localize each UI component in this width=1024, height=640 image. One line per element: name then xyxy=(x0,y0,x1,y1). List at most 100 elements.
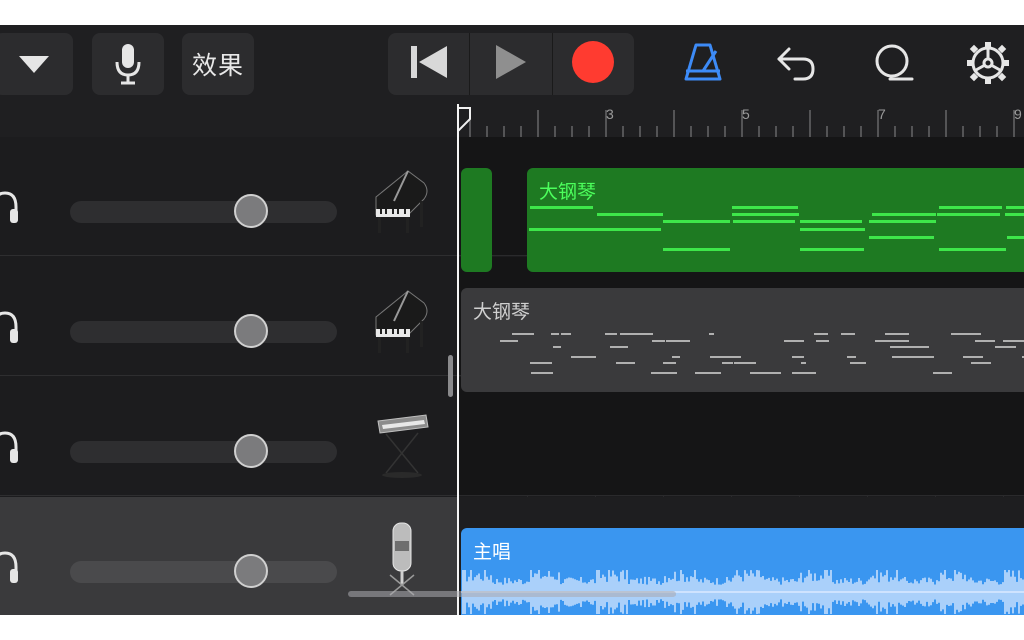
midi-note xyxy=(561,333,571,335)
midi-note xyxy=(530,206,593,209)
midi-note xyxy=(610,346,628,348)
input-mic-button[interactable] xyxy=(92,33,164,95)
track-header-vocal[interactable] xyxy=(0,497,458,615)
volume-knob[interactable] xyxy=(234,194,268,228)
ruler-ticks xyxy=(469,110,1015,137)
midi-note xyxy=(750,372,775,374)
triangle-down-icon xyxy=(17,53,51,75)
bar-number-7: 7 xyxy=(878,106,886,122)
midi-note xyxy=(792,372,816,374)
piano-region-gray[interactable]: 大钢琴 xyxy=(461,288,1024,392)
play-button[interactable] xyxy=(470,33,553,95)
midi-note xyxy=(975,340,995,342)
track-header-keyboard[interactable] xyxy=(0,377,458,496)
rewind-button[interactable] xyxy=(388,33,471,95)
bar-number-5: 5 xyxy=(742,106,750,122)
volume-slider[interactable] xyxy=(70,434,337,468)
lane-keyboard[interactable] xyxy=(459,377,1024,496)
midi-note xyxy=(933,372,952,374)
settings-button[interactable] xyxy=(960,37,1016,93)
midi-note xyxy=(1007,236,1024,239)
midi-note xyxy=(939,206,1002,209)
metronome-button[interactable] xyxy=(675,37,731,93)
playhead-line xyxy=(457,104,459,615)
grand-piano-icon xyxy=(368,277,436,359)
volume-slider[interactable] xyxy=(70,314,337,348)
midi-note xyxy=(734,362,756,364)
microphone-icon xyxy=(113,42,143,86)
midi-note xyxy=(664,220,729,223)
timeline-lanes: 大钢琴 大钢琴 主唱 xyxy=(459,137,1024,615)
track-header-piano-1[interactable] xyxy=(0,137,458,256)
midi-note xyxy=(875,340,886,342)
midi-note xyxy=(847,356,856,358)
midi-note xyxy=(963,356,983,358)
headphones-icon[interactable] xyxy=(0,429,20,465)
transport-controls xyxy=(388,33,634,95)
midi-note xyxy=(792,356,804,358)
midi-note xyxy=(732,206,798,209)
midi-note xyxy=(869,236,934,239)
midi-note xyxy=(937,213,1000,216)
piano-region-small[interactable] xyxy=(461,168,492,272)
volume-knob[interactable] xyxy=(234,434,268,468)
midi-note xyxy=(814,333,828,335)
midi-note xyxy=(532,228,596,231)
midi-note xyxy=(595,228,659,231)
midi-note xyxy=(551,333,559,335)
midi-note xyxy=(850,362,866,364)
playhead-handle[interactable] xyxy=(457,107,471,133)
midi-note xyxy=(532,372,553,374)
volume-slider[interactable] xyxy=(70,554,337,588)
midi-note xyxy=(803,228,865,231)
midi-note xyxy=(1006,206,1024,209)
midi-note xyxy=(1005,213,1024,216)
midi-note xyxy=(733,213,798,216)
midi-note xyxy=(890,346,913,348)
vocal-region[interactable]: 主唱 xyxy=(461,528,1024,615)
midi-note xyxy=(964,333,981,335)
midi-note xyxy=(841,333,855,335)
midi-note xyxy=(695,372,721,374)
midi-note xyxy=(652,340,665,342)
piano-region-green[interactable]: 大钢琴 xyxy=(527,168,1024,272)
tracks-menu-button[interactable] xyxy=(0,33,73,95)
gear-icon xyxy=(965,40,1011,90)
horizontal-scroll-indicator[interactable] xyxy=(348,591,676,597)
volume-knob[interactable] xyxy=(234,554,268,588)
midi-note xyxy=(995,346,1016,348)
toolbar: 效果 xyxy=(0,25,1024,104)
midi-note xyxy=(801,362,806,364)
headphones-icon[interactable] xyxy=(0,189,20,225)
midi-note xyxy=(939,248,1006,251)
loop-browser-button[interactable] xyxy=(865,37,921,93)
midi-note xyxy=(605,333,617,335)
midi-note xyxy=(910,356,934,358)
midi-note xyxy=(1004,340,1023,342)
midi-note xyxy=(530,362,552,364)
midi-note xyxy=(672,356,680,358)
undo-button[interactable] xyxy=(768,37,824,93)
fx-button[interactable]: 效果 xyxy=(182,33,254,95)
headphones-icon[interactable] xyxy=(0,549,20,585)
midi-note xyxy=(892,356,913,358)
midi-note xyxy=(616,362,635,364)
headphones-icon[interactable] xyxy=(0,309,20,345)
bar-number-3: 3 xyxy=(606,106,614,122)
midi-note xyxy=(709,333,714,335)
midi-note xyxy=(885,333,909,335)
midi-note xyxy=(886,340,909,342)
midi-note xyxy=(710,356,734,358)
track-header-piano-2[interactable] xyxy=(0,257,458,376)
region-label: 大钢琴 xyxy=(539,181,597,203)
vertical-scroll-indicator[interactable] xyxy=(448,355,453,397)
record-button[interactable] xyxy=(553,33,634,95)
midi-note xyxy=(553,346,561,348)
volume-knob[interactable] xyxy=(234,314,268,348)
bar-number-9: 9 xyxy=(1014,106,1022,122)
vocal-microphone-icon xyxy=(368,517,436,599)
timeline-ruler[interactable]: 3 5 7 9 xyxy=(458,104,1024,138)
midi-note xyxy=(816,340,829,342)
volume-slider[interactable] xyxy=(70,194,337,228)
grand-piano-icon xyxy=(368,157,436,239)
